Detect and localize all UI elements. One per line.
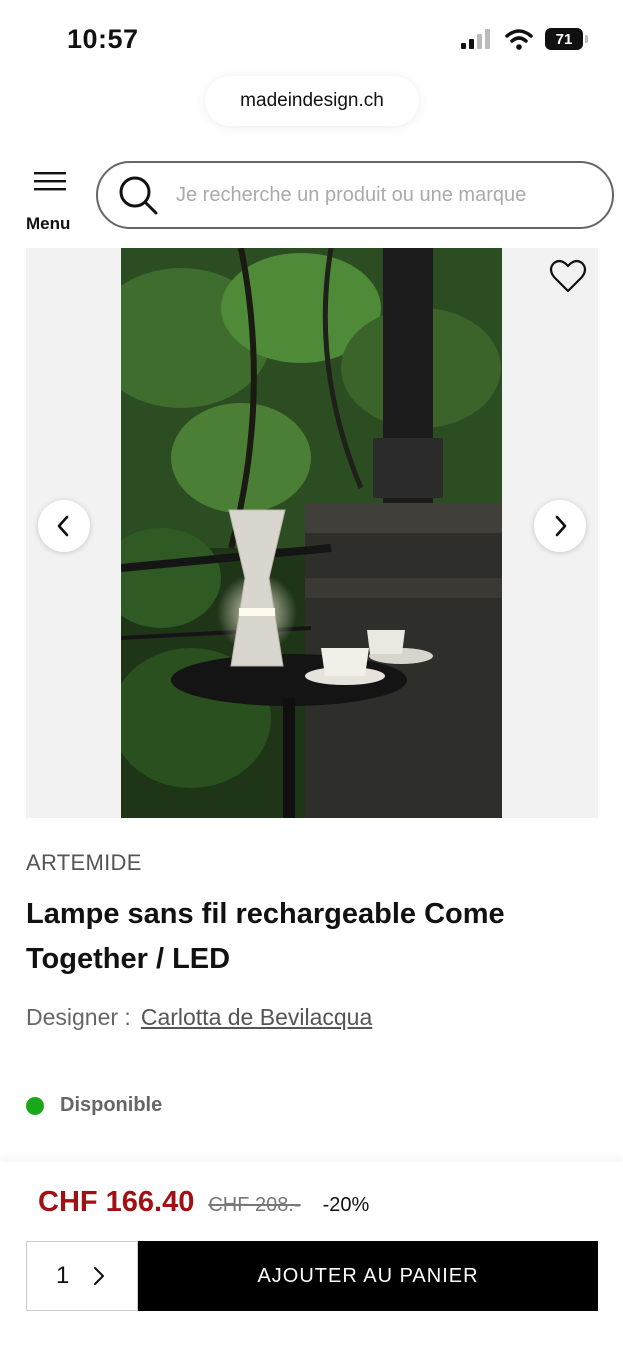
- status-icons: 71: [461, 28, 588, 50]
- price-row: CHF 166.40 CHF 208.- -20%: [38, 1186, 369, 1219]
- chevron-right-icon[interactable]: [89, 1266, 109, 1286]
- previous-image-button[interactable]: [38, 500, 90, 552]
- next-image-button[interactable]: [534, 500, 586, 552]
- availability-dot-icon: [26, 1096, 44, 1115]
- availability-label: Disponible: [60, 1094, 163, 1116]
- original-price: CHF 208.-: [208, 1194, 301, 1216]
- battery-icon: 71: [545, 28, 588, 50]
- add-to-cart-button[interactable]: AJOUTER AU PANIER: [138, 1241, 598, 1311]
- purchase-bar: CHF 166.40 CHF 208.- -20% 1 AJOUTER AU P…: [0, 1162, 623, 1350]
- menu-label: Menu: [26, 214, 71, 233]
- product-brand[interactable]: ARTEMIDE: [26, 850, 142, 876]
- chevron-right-icon: [555, 515, 567, 537]
- designer-link[interactable]: Carlotta de Bevilacqua: [141, 1004, 372, 1030]
- availability-status: Disponible: [26, 1094, 162, 1117]
- heart-icon[interactable]: [548, 256, 588, 296]
- menu-button[interactable]: Menu: [24, 170, 78, 236]
- status-bar: 10:57 71: [0, 0, 623, 80]
- product-image: [121, 248, 502, 818]
- signal-icon: [461, 29, 490, 49]
- quantity-value: 1: [56, 1262, 70, 1289]
- wifi-icon: [505, 29, 533, 50]
- chevron-left-icon: [57, 515, 69, 537]
- search-bar[interactable]: [96, 161, 614, 229]
- quantity-selector[interactable]: 1: [26, 1241, 138, 1311]
- url-bar[interactable]: madeindesign.ch: [205, 76, 419, 126]
- designer-row: Designer : Carlotta de Bevilacqua: [26, 1004, 372, 1031]
- designer-label: Designer :: [26, 1004, 131, 1030]
- hamburger-icon: [34, 172, 66, 191]
- discount-badge: -20%: [322, 1194, 370, 1216]
- current-price: CHF 166.40: [38, 1186, 195, 1218]
- product-title: Lampe sans fil rechargeable Come Togethe…: [26, 898, 505, 975]
- search-icon[interactable]: [118, 175, 158, 215]
- status-time: 10:57: [67, 24, 139, 54]
- search-input[interactable]: [174, 182, 612, 208]
- product-gallery: [26, 248, 598, 818]
